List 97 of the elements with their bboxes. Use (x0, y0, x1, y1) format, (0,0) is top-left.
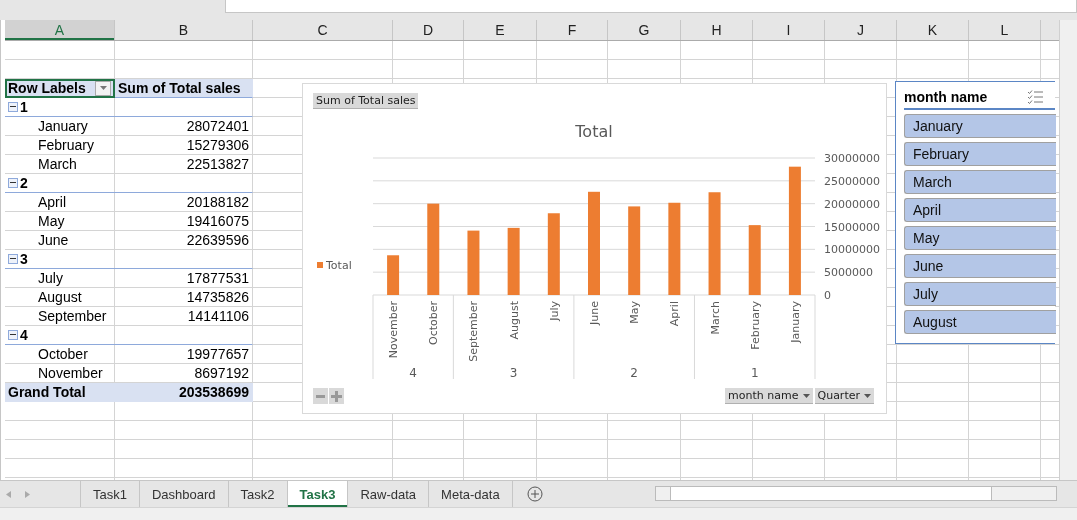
pivot-row-label: August (37, 288, 83, 307)
slicer-item[interactable]: January (904, 114, 1056, 138)
y-tick-label: 20000000 (824, 197, 880, 211)
horizontal-scrollbar[interactable] (655, 486, 1057, 501)
x-category-label: August (507, 301, 521, 340)
slicer-item[interactable]: June (904, 254, 1056, 278)
pivot-value-cell-text: 19977657 (185, 345, 250, 364)
slicer-item[interactable]: August (904, 310, 1056, 334)
pivot-header-cell[interactable]: Row Labels (5, 79, 115, 98)
axis-field-button[interactable]: month name (725, 388, 813, 404)
y-tick-label: 5000000 (824, 266, 873, 280)
expand-field-button[interactable] (329, 388, 344, 404)
multi-select-icon[interactable] (1027, 90, 1043, 104)
quarter-label: 2 (630, 366, 638, 380)
x-category-label: March (708, 301, 722, 335)
row-labels-header: Row Labels (8, 80, 86, 96)
pivot-group-cell[interactable]: 1 (5, 98, 253, 117)
formula-bar[interactable] (225, 0, 1077, 13)
x-category-label: April (668, 301, 682, 327)
caret-icon (99, 86, 107, 90)
grand-total-value: 203538699 (115, 383, 253, 402)
group-label: 4 (20, 327, 28, 343)
legend-label: Total (326, 259, 352, 272)
pivot-group-cell[interactable]: 4 (5, 326, 253, 345)
pivot-row-label: June (37, 231, 70, 250)
minus-icon (316, 394, 325, 398)
x-category-label: July (547, 301, 561, 321)
pivot-value-cell-text: 14735826 (185, 288, 250, 307)
pivot-row-label: January (37, 117, 89, 136)
pivot-value-cell-text: 17877531 (185, 269, 250, 288)
y-tick-label: 0 (824, 289, 831, 302)
pivot-row-label: October (37, 345, 89, 364)
pivot-header-cell: Sum of Total sales (115, 79, 253, 98)
x-category-label: October (427, 301, 441, 346)
bar (467, 230, 480, 295)
pivot-row-label: May (37, 212, 66, 231)
pivot-group-cell[interactable]: 3 (5, 250, 253, 269)
quarter-label: 3 (509, 366, 518, 380)
bar (387, 255, 400, 295)
caret-icon (802, 393, 810, 398)
pivot-value-cell-text: 8697192 (193, 364, 250, 383)
vertical-scrollbar[interactable] (1059, 20, 1077, 480)
pivot-row-label: July (37, 269, 64, 288)
pivot-row-label: March (37, 155, 78, 174)
quarter-label: 1 (750, 366, 759, 380)
pivot-group-cell[interactable]: 2 (5, 174, 253, 193)
y-tick-label: 25000000 (824, 174, 880, 188)
slicer-title: month name (904, 89, 988, 105)
collapse-icon[interactable] (8, 254, 18, 264)
sheet-tab[interactable]: Task3 (287, 481, 349, 507)
x-category-label: May (628, 301, 642, 324)
grand-total-label: Grand Total (5, 383, 115, 402)
pivot-value-cell-text: 14141106 (186, 307, 250, 326)
slicer-item[interactable]: March (904, 170, 1056, 194)
group-label: 3 (20, 251, 28, 267)
slicer-item[interactable]: April (904, 198, 1056, 222)
pivot-value-cell-text: 28072401 (185, 117, 250, 136)
collapse-icon[interactable] (8, 178, 18, 188)
legend-swatch (317, 262, 323, 268)
bar (748, 225, 761, 295)
bar (507, 227, 520, 295)
quarter-label: 4 (409, 366, 417, 380)
axis-field-button[interactable]: Quarter (814, 388, 874, 404)
x-category-label: June (588, 301, 601, 325)
collapse-field-button[interactable] (313, 388, 328, 404)
pivot-row-label: November (37, 364, 104, 383)
pivot-row-label: September (37, 307, 108, 326)
collapse-icon[interactable] (8, 102, 18, 112)
pivot-value-cell-text: 19416075 (185, 212, 250, 231)
chart-title: Total (575, 122, 613, 141)
collapse-icon[interactable] (8, 330, 18, 340)
y-tick-label: 10000000 (824, 243, 880, 257)
pivot-row-label: February (37, 136, 96, 155)
pivot-value-cell-text: 22513827 (185, 155, 250, 174)
caret-icon (864, 393, 871, 398)
y-tick-label: 15000000 (824, 220, 880, 234)
x-category-label: November (387, 301, 401, 359)
scroll-right-icon[interactable] (25, 490, 30, 498)
slicer-item[interactable]: February (904, 142, 1056, 166)
scroll-left-icon[interactable] (6, 490, 11, 498)
group-label: 1 (20, 99, 28, 115)
value-field-button[interactable]: Sum of Total sales (313, 93, 419, 109)
y-tick-label: 30000000 (824, 152, 880, 165)
filter-dropdown-button[interactable] (95, 80, 111, 96)
pivot-value-cell-text: 15279306 (185, 136, 250, 155)
plus-icon (331, 390, 342, 402)
plus-circle-icon (526, 486, 543, 502)
pivot-value-cell-text: 22639596 (185, 231, 250, 250)
column-header[interactable]: A (5, 20, 115, 40)
pivot-row-label: April (37, 193, 67, 212)
pivot-value-cell-text: 20188182 (185, 193, 250, 212)
slicer-item[interactable]: July (904, 282, 1056, 306)
x-category-label: January (788, 301, 802, 343)
x-category-label: September (467, 301, 481, 362)
x-category-label: February (748, 301, 762, 350)
slicer-item[interactable]: May (904, 226, 1056, 250)
group-label: 2 (20, 175, 28, 191)
